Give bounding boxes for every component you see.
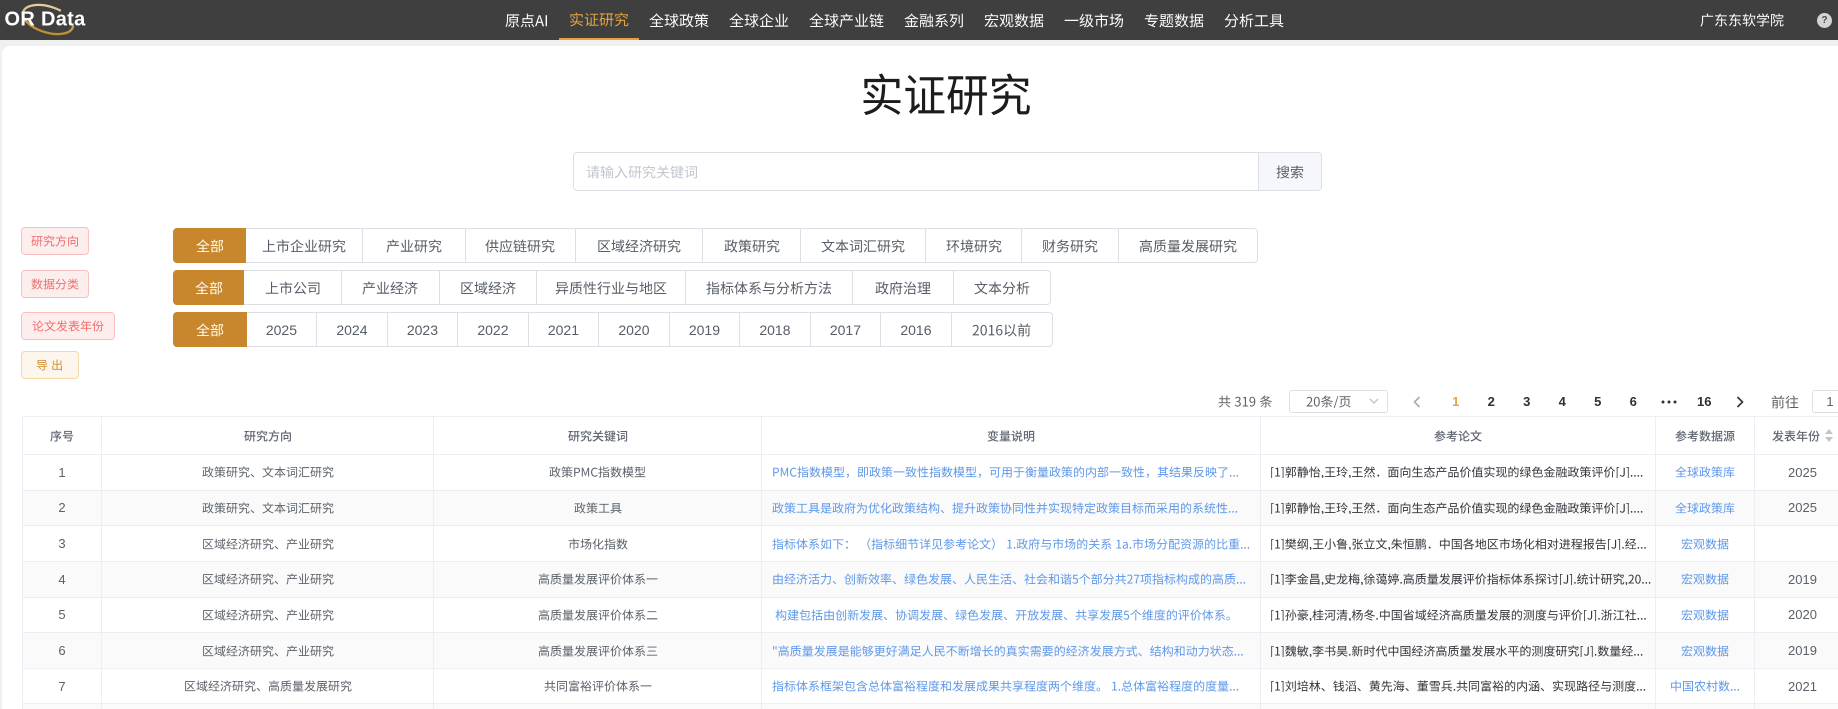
svg-text:OR Data: OR Data <box>5 9 87 31</box>
